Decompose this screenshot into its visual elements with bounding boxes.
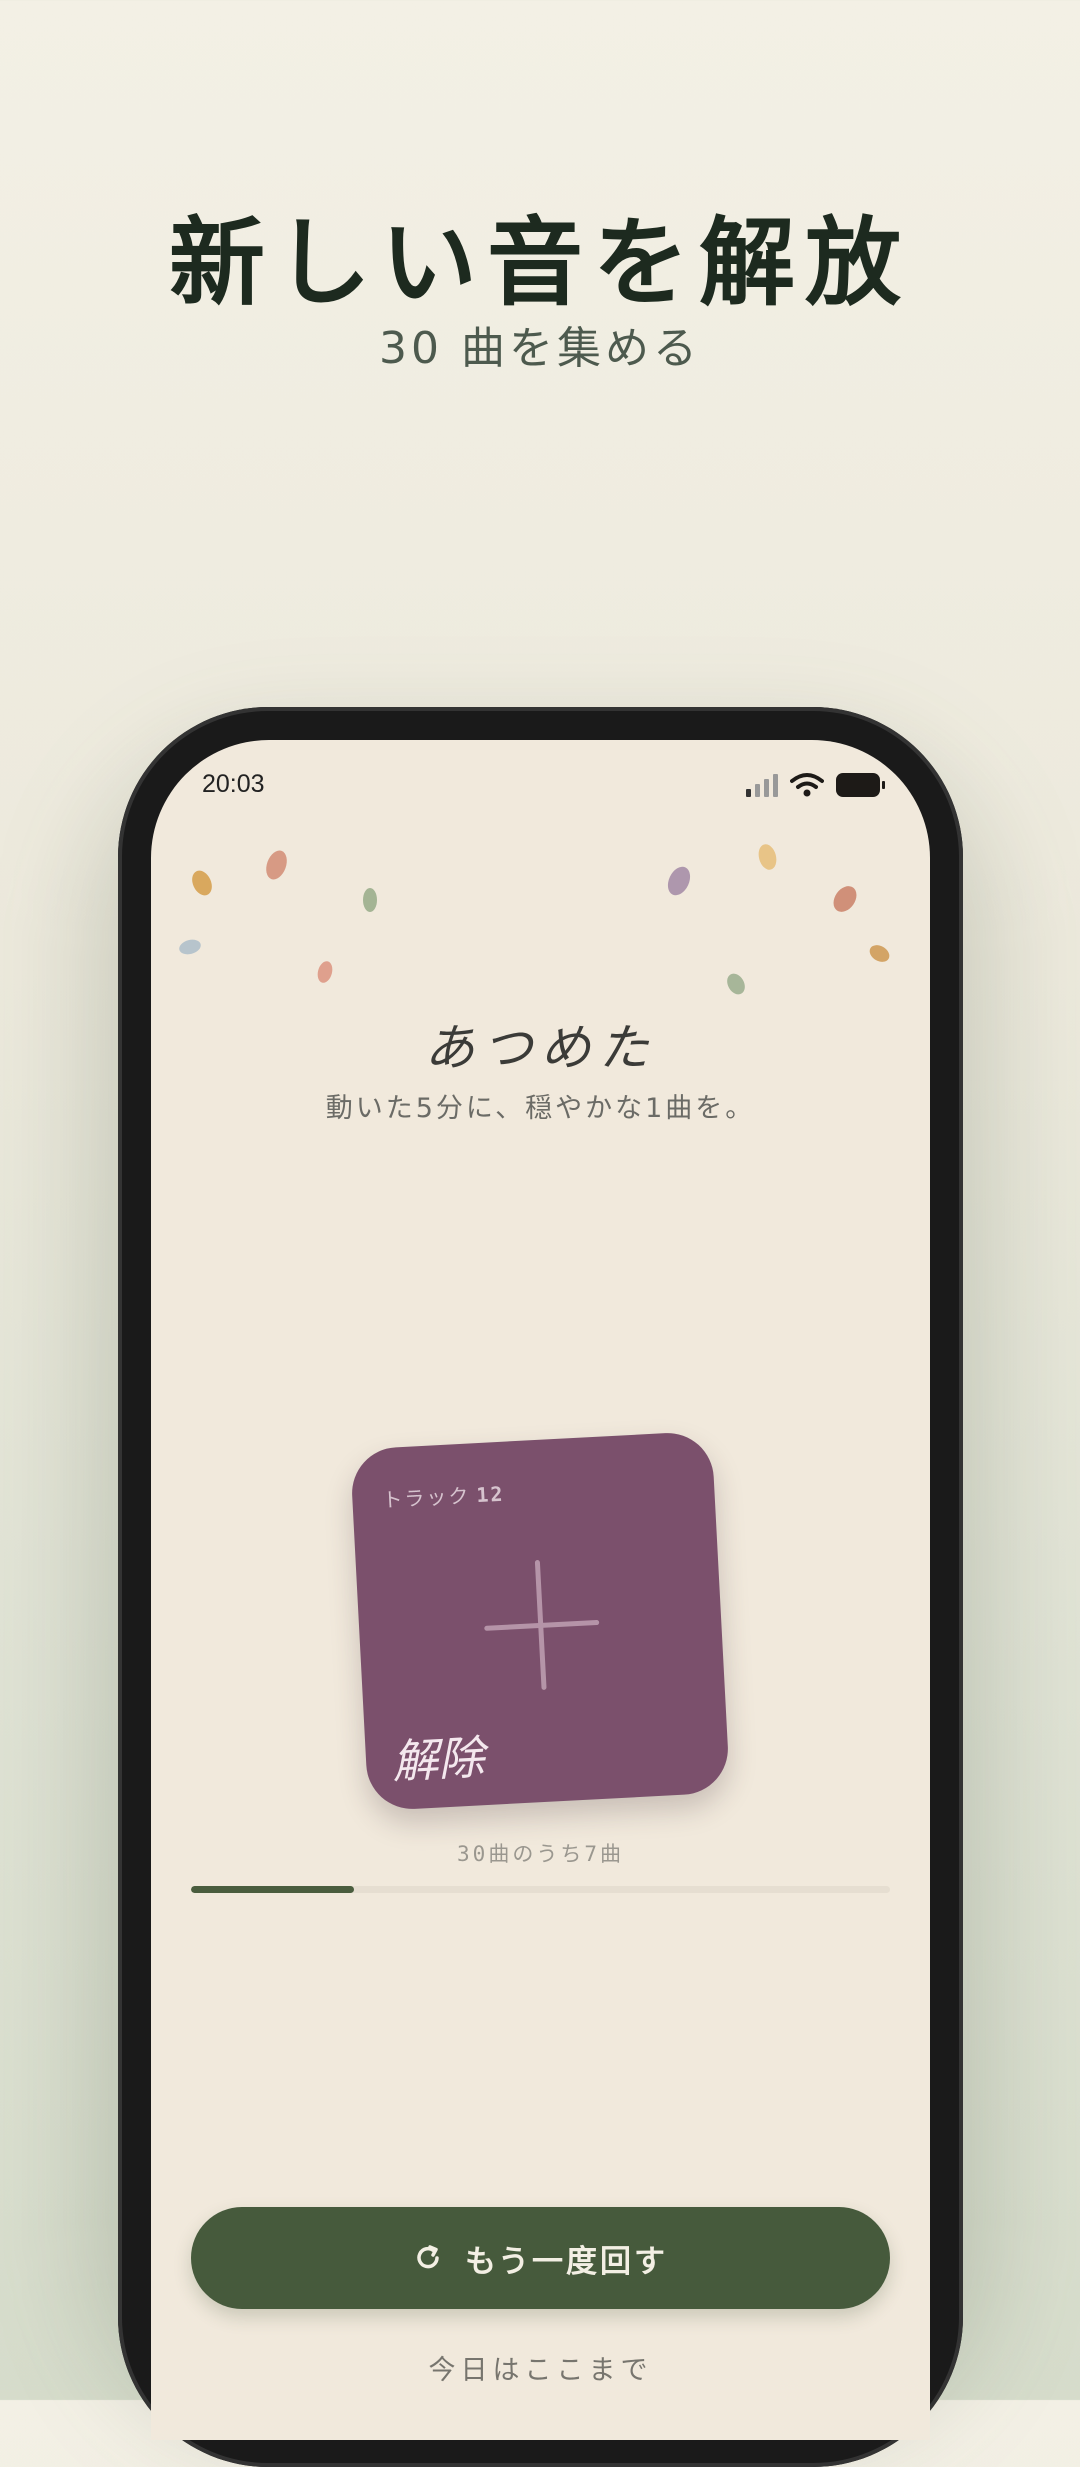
track-label: トラック 12 — [382, 1478, 505, 1513]
promo-title: 新しい音を解放 — [169, 207, 911, 319]
confetti-piece — [177, 937, 203, 957]
track-label-text: トラック — [381, 1483, 471, 1513]
confetti-piece — [188, 867, 216, 899]
track-number: 12 — [475, 1481, 506, 1508]
collected-subheading: 動いた5分に、穏やかな1曲を。 — [325, 1093, 756, 1124]
phone-screen: 20:03 あつめた 動いた5分に、穏やかな1曲を。 トラック 12 解除 30曲… — [151, 740, 930, 2440]
battery-icon — [836, 773, 885, 797]
spin-again-label: もう一度回す — [464, 2243, 669, 2280]
progress-bar — [191, 1886, 890, 1893]
progress-fill — [191, 1886, 355, 1893]
promo-subtitle: 30 曲を集める — [379, 323, 701, 374]
confetti-piece — [866, 941, 893, 966]
confetti-piece — [755, 842, 780, 872]
confetti-piece — [262, 847, 291, 883]
signal-icon — [746, 773, 778, 797]
confetti-piece — [663, 863, 695, 899]
collected-heading: あつめた — [424, 1019, 657, 1077]
spin-again-button[interactable]: もう一度回す — [191, 2207, 890, 2309]
status-icons — [746, 772, 885, 798]
status-time: 20:03 — [202, 770, 265, 798]
confetti-piece — [315, 959, 335, 985]
confetti-piece — [363, 888, 377, 912]
progress-text: 30曲のうち7曲 — [457, 1842, 624, 1866]
cross-icon — [350, 1431, 712, 1691]
wifi-icon — [790, 773, 824, 797]
track-card[interactable]: トラック 12 解除 — [349, 1430, 731, 1812]
refresh-icon — [417, 2245, 439, 2269]
confetti-piece — [828, 881, 862, 917]
done-for-today-link[interactable]: 今日はここまで — [151, 2348, 930, 2387]
confetti-piece — [723, 970, 749, 998]
card-unlock-label: 解除 — [390, 1730, 486, 1789]
